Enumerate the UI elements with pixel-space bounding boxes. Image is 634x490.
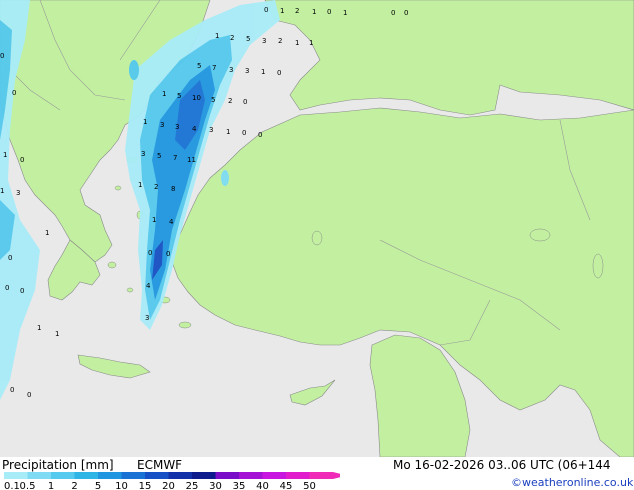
model-name: ECMWF (137, 458, 183, 472)
map-value: 1 (309, 39, 313, 47)
scale-tick-label: 5 (95, 481, 101, 490)
map-value: 1 (0, 187, 4, 195)
map-value: 3 (209, 126, 213, 134)
map-value: 3 (16, 189, 20, 197)
scale-swatch (51, 472, 75, 479)
map-value: 0 (327, 8, 331, 16)
map-value: 3 (160, 121, 164, 129)
scale-swatch (121, 472, 145, 479)
map-value: 1 (215, 32, 219, 40)
scale-tick-label: 2 (71, 481, 77, 490)
scale-swatch (98, 472, 122, 479)
scale-tick-label: 20 (162, 481, 175, 490)
scale-swatch (27, 472, 51, 479)
map-value: 8 (171, 185, 175, 193)
map-value: 1 (162, 90, 166, 98)
map-value: 0 (258, 131, 262, 139)
map-value: 0 (10, 386, 14, 394)
scale-tick-label: 1 (48, 481, 54, 490)
map-value: 0 (20, 287, 24, 295)
scale-tick-label: 50 (303, 481, 316, 490)
map-value: 2 (228, 97, 232, 105)
map-value: 1 (45, 229, 49, 237)
map-value: 3 (175, 123, 179, 131)
scale-swatch (262, 472, 286, 479)
scale-tick-label: 10 (115, 481, 128, 490)
scale-swatch (4, 472, 28, 479)
map-value: 1 (312, 8, 316, 16)
map-value: 0 (243, 98, 247, 106)
map-value: 0 (20, 156, 24, 164)
scale-swatch (74, 472, 98, 479)
scale-tick-label: 25 (186, 481, 199, 490)
map-value: 5 (177, 92, 181, 100)
map-value: 1 (295, 39, 299, 47)
map-value: 1 (3, 151, 7, 159)
scale-swatch (145, 472, 169, 479)
map-value: 7 (173, 154, 177, 162)
map-value: 3 (229, 66, 233, 74)
scale-tick-label: 40 (256, 481, 269, 490)
scale-swatch (239, 472, 263, 479)
scale-swatch (309, 472, 333, 479)
map-value: 10 (192, 94, 201, 102)
scale-arrow (333, 472, 340, 479)
map-value: 0 (8, 254, 12, 262)
scale-swatch (215, 472, 239, 479)
map-value: 4 (192, 125, 197, 133)
map-value: 0 (12, 89, 16, 97)
map-value: 0 (0, 52, 4, 60)
map-value: 3 (145, 314, 149, 322)
map-value: 4 (146, 282, 151, 290)
map-value: 5 (246, 35, 250, 43)
credit-link[interactable]: ©weatheronline.co.uk (511, 476, 633, 489)
map-value: 0 (5, 284, 9, 292)
map-value: 11 (187, 156, 196, 164)
map-value: 2 (295, 7, 299, 15)
map-value: 1 (226, 128, 230, 136)
scale-swatch (168, 472, 192, 479)
legend-title: Precipitation [mm] (2, 458, 114, 472)
valid-time: Mo 16-02-2026 03..06 UTC (06+144 (393, 458, 611, 472)
map-value: 0 (391, 9, 395, 17)
map-value: 5 (211, 96, 215, 104)
scale-swatch (192, 472, 216, 479)
map-value: 1 (261, 68, 265, 76)
map-value: 1 (138, 181, 142, 189)
scale-tick-label: 35 (233, 481, 246, 490)
map-value: 2 (278, 37, 282, 45)
map-value: 1 (152, 216, 156, 224)
map-value: 5 (197, 62, 201, 70)
scale-tick-label: 15 (139, 481, 152, 490)
map-value: 0 (277, 69, 281, 77)
scale-swatch (286, 472, 310, 479)
scale-tick-label: 45 (280, 481, 293, 490)
map-value: 3 (141, 150, 145, 158)
map-value: 0 (27, 391, 31, 399)
scale-tick-label: 30 (209, 481, 222, 490)
map-value: 2 (230, 34, 234, 42)
map-value: 2 (154, 183, 158, 191)
map-value: 0 (148, 249, 152, 257)
legend-footer: Precipitation [mm] ECMWF Mo 16-02-2026 0… (0, 457, 634, 490)
map-value: 5 (157, 152, 161, 160)
map-value: 1 (143, 118, 147, 126)
map-value: 0 (166, 250, 170, 258)
map-value: 0 (264, 6, 268, 14)
precipitation-map: 0 1 2 1 0 1 0 0 1 2 5 3 2 1 1 5 7 3 3 1 … (0, 0, 634, 457)
map-value: 3 (245, 67, 249, 75)
map-value: 3 (262, 37, 266, 45)
map-value: 1 (280, 7, 284, 15)
scale-tick-label: 0.5 (20, 481, 36, 490)
color-scale: 0.1 0.5 1 2 5 10 15 20 25 30 35 40 45 50 (4, 472, 340, 490)
map-value: 1 (55, 330, 59, 338)
map-value: 1 (343, 9, 347, 17)
map-value: 4 (169, 218, 174, 226)
map-value: 7 (212, 64, 216, 72)
map-value: 1 (37, 324, 41, 332)
scale-tick-label: 0.1 (4, 481, 20, 490)
map-value: 0 (242, 129, 246, 137)
map-value: 0 (404, 9, 408, 17)
